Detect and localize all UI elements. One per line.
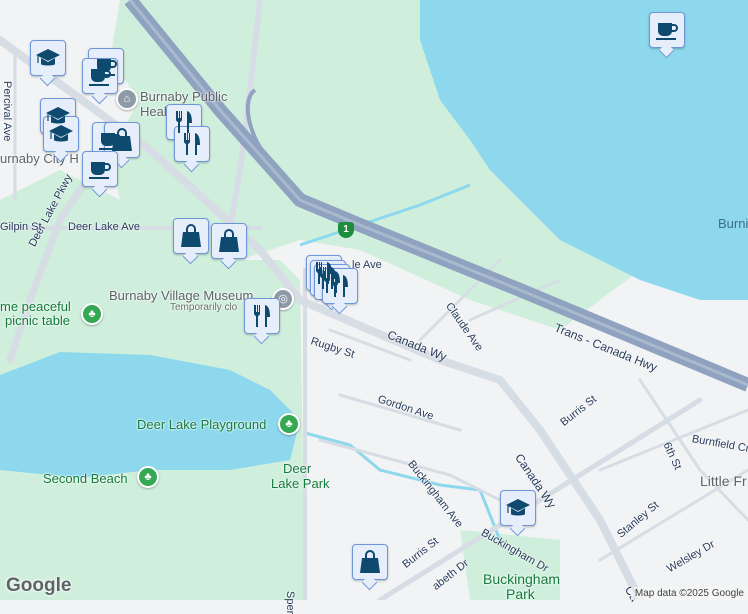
lake-label: Burni: [718, 216, 748, 231]
school-marker[interactable]: [500, 490, 536, 526]
graduation-cap-icon: [35, 45, 61, 71]
place-label[interactable]: Deer: [283, 461, 311, 476]
shopping-bag-icon: [109, 127, 135, 153]
coffee-icon: [87, 63, 113, 89]
graduation-cap-icon: [505, 495, 531, 521]
street-label: Deer Lake Ave: [68, 221, 140, 233]
restaurant-icon: [179, 131, 205, 157]
place-label[interactable]: Burnaby Village Museum: [109, 288, 253, 303]
place-label[interactable]: Lake Park: [271, 476, 330, 491]
place-label[interactable]: me peaceful: [0, 299, 71, 314]
coffee-marker[interactable]: [82, 151, 118, 187]
place-label[interactable]: Buckingham: [483, 571, 560, 587]
restaurant-marker[interactable]: [174, 126, 210, 162]
shopping-bag-icon: [178, 223, 204, 249]
place-label[interactable]: Burnaby Public: [140, 89, 227, 104]
coffee-icon: [654, 17, 680, 43]
restaurant-icon: [249, 303, 275, 329]
place-label[interactable]: Heal: [140, 104, 167, 119]
restaurant-marker[interactable]: [322, 268, 358, 304]
coffee-marker[interactable]: [649, 12, 685, 48]
shopping-marker[interactable]: [352, 544, 388, 580]
highway-shield: 1: [338, 222, 354, 238]
shopping-marker[interactable]: [173, 218, 209, 254]
graduation-cap-icon: [48, 121, 74, 147]
street-label: Percival Ave: [1, 81, 13, 142]
shopping-bag-icon: [216, 228, 242, 254]
tree-icon[interactable]: ♣: [137, 466, 159, 488]
restaurant-marker[interactable]: [244, 298, 280, 334]
school-marker[interactable]: [43, 116, 79, 152]
place-label[interactable]: Little Fr: [700, 473, 747, 489]
street-label: Gilpin St: [0, 221, 42, 233]
place-label[interactable]: Deer Lake Playground: [137, 417, 266, 432]
place-label[interactable]: picnic table: [5, 313, 70, 328]
place-status: Temporarily clo: [170, 302, 238, 313]
school-marker[interactable]: [30, 40, 66, 76]
place-label[interactable]: Second Beach: [43, 471, 128, 486]
tree-icon[interactable]: ♣: [278, 413, 300, 435]
shopping-marker[interactable]: [211, 223, 247, 259]
shopping-bag-icon: [357, 549, 383, 575]
tree-icon[interactable]: ♣: [81, 303, 103, 325]
coffee-icon: [87, 156, 113, 182]
map-attribution[interactable]: Map data ©2025 Google: [630, 587, 748, 600]
street-label: Sper: [284, 591, 296, 614]
restaurant-icon: [327, 273, 353, 299]
library-icon[interactable]: ⌂: [116, 88, 138, 110]
shopping-marker[interactable]: [104, 122, 140, 158]
coffee-marker[interactable]: [82, 58, 118, 94]
google-logo[interactable]: Google: [6, 575, 71, 597]
